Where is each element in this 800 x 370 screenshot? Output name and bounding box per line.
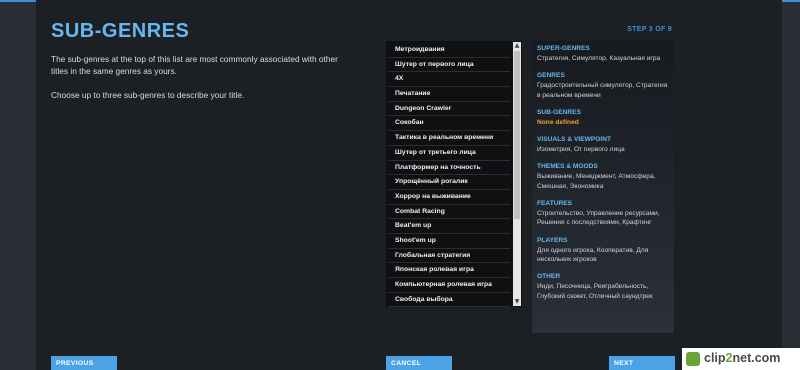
- watermark-text: clip2net.com: [704, 351, 780, 365]
- subgenre-option[interactable]: Сокобан: [388, 116, 510, 132]
- subgenre-option[interactable]: Шутер от третьего лица: [388, 146, 510, 161]
- subgenre-option[interactable]: Shoot'em up: [388, 234, 510, 249]
- subgenre-option[interactable]: Упрощённый рогалик: [388, 175, 510, 190]
- summary-section: GENRES Градостроительный симулятор, Страт…: [537, 72, 669, 100]
- summary-heading: FEATURES: [537, 200, 573, 208]
- summary-heading: SUB-GENRES: [537, 108, 581, 116]
- subgenre-option[interactable]: Компьютерная ролевая игра: [388, 278, 510, 293]
- subgenre-list: Метроидвания Шутер от первого лица 4X Печат…: [388, 43, 510, 308]
- summary-value: Для одного игрока, Кооператив, Для неско…: [537, 246, 649, 263]
- watermark-suffix: net.com: [732, 351, 781, 365]
- summary-section: SUB-GENRES None defined: [537, 109, 669, 127]
- watermark-accent: 2: [725, 351, 733, 365]
- subgenre-option[interactable]: Метроидвания: [388, 43, 510, 58]
- instruction-text: Choose up to three sub-genres to describ…: [51, 90, 245, 100]
- summary-section: FEATURES Строительство, Управление ресурс…: [537, 200, 669, 228]
- subgenre-option[interactable]: Combat Racing: [388, 205, 510, 220]
- summary-heading: GENRES: [537, 72, 565, 80]
- watermark-prefix: clip: [704, 351, 726, 365]
- next-button[interactable]: NEXT: [609, 356, 675, 370]
- summary-section: PLAYERS Для одного игрока, Кооператив, Дл…: [537, 237, 669, 265]
- subgenre-option[interactable]: Свобода выбора: [388, 293, 510, 308]
- summary-heading: OTHER: [537, 273, 561, 281]
- subgenre-option[interactable]: Beat'em up: [388, 219, 510, 234]
- description: The sub-genres at the top of this list a…: [51, 53, 351, 113]
- subgenre-listbox[interactable]: Метроидвания Шутер от первого лица 4X Печат…: [386, 41, 522, 308]
- summary-value: Стратегия, Симулятор, Казуальная игра: [537, 55, 661, 62]
- summary-heading: PLAYERS: [537, 236, 568, 244]
- summary-section: THEMES & MOODS Выживание, Менеджмент, Атм…: [537, 163, 669, 191]
- clip2net-logo-icon: [686, 352, 700, 366]
- summary-section: OTHER Инди, Песочница, Реиграбельность, Г…: [537, 273, 669, 301]
- selection-summary: SUPER-GENRES Стратегия, Симулятор, Казуал…: [532, 41, 674, 333]
- summary-value: Инди, Песочница, Реиграбельность, Глубок…: [537, 283, 653, 300]
- summary-value: Изометрия, От первого лица: [537, 146, 625, 154]
- summary-value: Строительство, Управление ресурсами, Реш…: [537, 210, 660, 227]
- subgenre-option[interactable]: Dungeon Crawler: [388, 102, 510, 117]
- step-indicator: STEP 3 OF 9: [627, 26, 672, 33]
- list-scrollbar[interactable]: ▲ ▼: [513, 42, 521, 306]
- subgenre-option[interactable]: Печатание: [388, 87, 510, 102]
- cancel-button[interactable]: CANCEL: [386, 356, 452, 370]
- summary-value: None defined: [537, 118, 579, 126]
- scroll-down-icon[interactable]: ▼: [513, 298, 521, 306]
- summary-heading: SUPER-GENRES: [537, 45, 590, 52]
- summary-value: Градостроительный симулятор, Стратегия в…: [537, 82, 668, 99]
- previous-button[interactable]: PREVIOUS: [51, 356, 117, 370]
- subgenre-option[interactable]: Платформер на точность: [388, 161, 510, 176]
- scroll-up-icon[interactable]: ▲: [513, 42, 521, 50]
- subgenre-option[interactable]: Тактика в реальном времени: [388, 131, 510, 146]
- scroll-thumb[interactable]: [514, 51, 520, 219]
- summary-heading: VISUALS & VIEWPOINT: [537, 136, 612, 144]
- subgenre-option[interactable]: Японская ролевая игра: [388, 263, 510, 278]
- summary-section: SUPER-GENRES Стратегия, Симулятор, Казуал…: [537, 45, 669, 63]
- summary-heading: THEMES & MOODS: [537, 163, 598, 171]
- subgenre-option[interactable]: 4X: [388, 72, 510, 88]
- description-text: The sub-genres at the top of this list a…: [51, 54, 338, 76]
- subgenre-option[interactable]: Хоррор на выживание: [388, 190, 510, 205]
- subgenre-option[interactable]: Шутер от первого лица: [388, 58, 510, 73]
- subgenre-option[interactable]: Глобальная стратегия: [388, 249, 510, 264]
- summary-section: VISUALS & VIEWPOINT Изометрия, От первого…: [537, 136, 669, 154]
- page-title: SUB-GENRES: [51, 20, 190, 42]
- summary-value: Выживание, Менеджмент, Атмосфера, Смешна…: [537, 173, 656, 190]
- watermark: clip2net.com: [682, 348, 800, 370]
